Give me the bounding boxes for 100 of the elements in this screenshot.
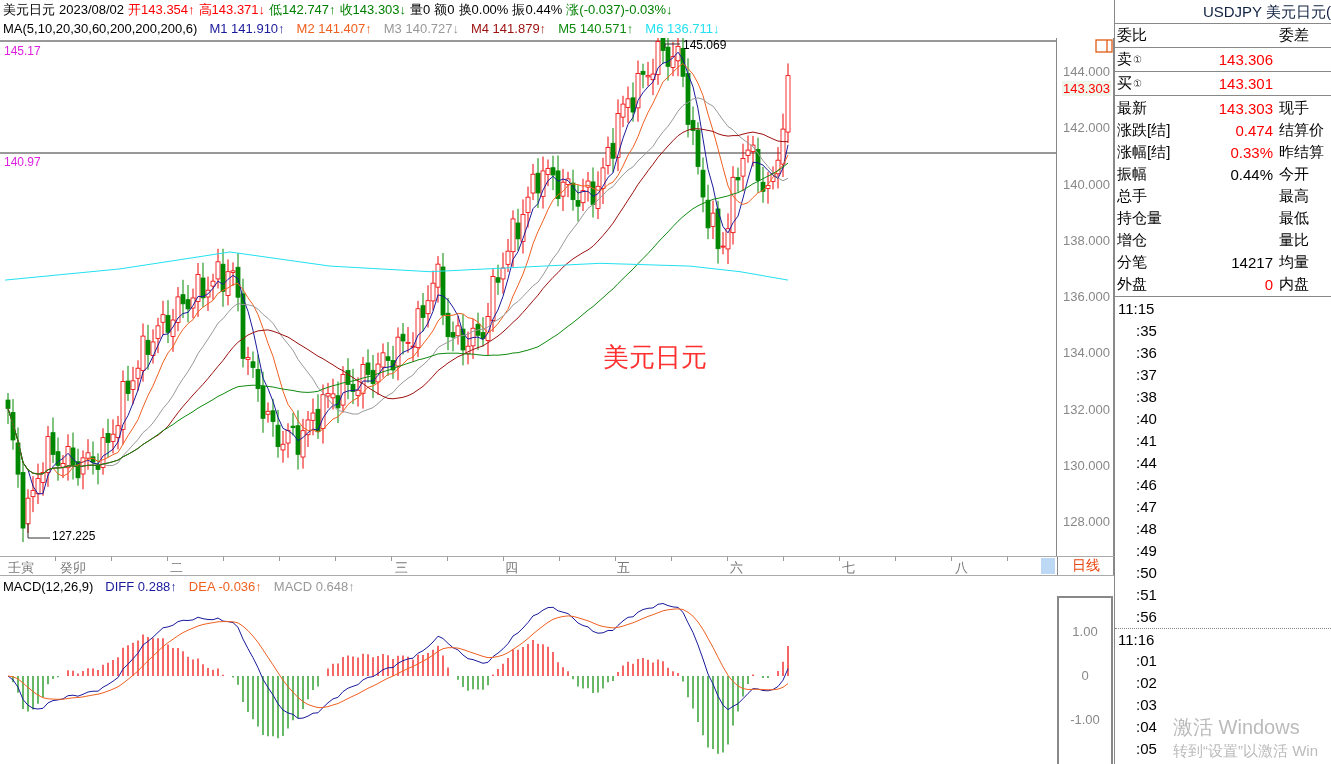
axis-label: 1.00 [1071,624,1099,639]
tick-time: :40 [1136,410,1157,427]
field-label: 总手 [1116,186,1148,206]
field-label: 结算价 [1278,120,1324,140]
order-price: 143.306 [1217,51,1273,68]
leader-line [27,522,51,539]
axis-label: 136.000 [1063,289,1110,304]
field-label: 均量 [1278,252,1309,272]
field-label: 最低 [1278,208,1309,228]
tier-mark: ① [1133,78,1142,89]
field-label: 涨幅[结] [1116,142,1172,162]
activation-hint: 转到“设置”以激活 Win [1173,742,1318,761]
field-value: 14217 [1231,253,1273,271]
tick-time: :41 [1136,432,1157,449]
macd-value: MACD 0.648↑ [273,578,355,594]
field-label: 最新 [1116,98,1148,118]
ma-value: M6 136.711↓ [645,21,720,36]
axis-label: 140.000 [1063,176,1110,192]
month-label: 八 [955,559,968,577]
tick-time: :38 [1136,388,1157,405]
month-label: 壬寅 [8,559,34,577]
axis-label: 128.000 [1063,514,1110,529]
tick-time: :37 [1136,366,1157,383]
month-label: 七 [842,559,855,577]
month-label: 四 [505,559,518,577]
month-label: 六 [730,559,743,577]
quote-field: 高143.371↓ [198,0,266,19]
tick-time: :04 [1136,718,1157,735]
field-value: 0.474 [1235,121,1273,139]
quote-field: 量0 [410,0,431,19]
field-value: 143.303 [1218,99,1273,117]
tick-time: :36 [1136,344,1157,361]
field-label: 振幅 [1116,164,1148,184]
leader-line [664,43,681,49]
ma-value: M1 141.910↑ [209,21,285,36]
date-label: 2023/08/02 [59,2,125,17]
axis-label: -1.00 [1069,712,1101,727]
field-label: 增仓 [1116,230,1148,250]
tick-time: :05 [1136,740,1157,757]
month-label: 二 [170,559,183,577]
macd-value: DEA -0.036↑ [188,578,262,594]
field-label: 内盘 [1278,274,1309,294]
tick-time: :51 [1136,586,1157,603]
order-price: 143.301 [1217,75,1273,92]
activation-notice: 激活 Windows [1173,715,1300,740]
tick-time: :46 [1136,476,1157,493]
tick-time: 11:16 [1118,631,1155,648]
high-price-label: 145.069 [683,38,727,52]
field-label: 外盘 [1116,274,1148,294]
tick-time: :03 [1136,696,1157,713]
field-label: 涨跌[结] [1116,120,1172,140]
quote-field: 换0.00% [458,0,509,19]
axis-label: 134.000 [1063,345,1110,361]
axis-label: 132.000 [1063,401,1110,417]
ma-value: M4 141.879↑ [470,21,547,36]
tick-time: :44 [1136,454,1157,471]
tier-mark: ① [1133,54,1142,65]
field-label: 量比 [1278,230,1309,250]
quote-field: 额0 [434,0,455,19]
tick-time: :02 [1136,674,1157,691]
axis-label: 142.000 [1063,120,1110,136]
quote-field: 开143.354↑ [128,0,195,19]
order-side: 卖 [1117,50,1132,69]
quote-field: 涨(-0.037)-0.03%↓ [566,0,673,19]
window-toggle-icon[interactable] [1095,39,1114,53]
month-label: 五 [617,559,630,577]
chart-title: 美元日元 [603,341,707,374]
month-label: 癸卯 [60,559,86,577]
tick-time: 11:15 [1118,300,1155,317]
quote-field: 收143.303↓ [339,0,407,19]
field-label: 最高 [1278,186,1309,206]
field-label: 现手 [1278,98,1309,118]
order-side: 买 [1117,74,1132,93]
macd-label: MACD(12,26,9) [3,578,94,594]
field-label: 昨结算 [1278,142,1324,162]
tick-time: :47 [1136,498,1157,515]
tick-time: :56 [1136,608,1157,625]
axis-label: 144.000 [1063,64,1110,79]
field-value: 0.33% [1230,143,1273,161]
scroll-handle[interactable] [1041,558,1055,574]
period-button[interactable]: 日线 [1057,557,1114,575]
ma-label: MA(5,10,20,30,60,200,200,200,6) [3,21,198,36]
panel-title: USDJPY 美元日元( [1115,0,1331,24]
macd-value: DIFF 0.288↑ [105,578,177,594]
tick-time: :35 [1136,322,1157,339]
tick-time: :50 [1136,564,1157,581]
quote-field: 振0.44% [512,0,563,19]
reference-line-label: 145.17 [4,44,41,58]
low-price-label: 127.225 [52,529,96,543]
quote-field: 低142.747↑ [269,0,336,19]
field-label: 委差 [1278,26,1309,45]
month-label: 三 [395,559,408,577]
field-value: 0.44% [1230,165,1273,183]
ma-value: M5 140.571↑ [558,21,634,36]
axis-label: 0 [1080,668,1090,683]
field-label: 委比 [1116,26,1148,45]
axis-label: 138.000 [1063,232,1110,248]
field-label: 分笔 [1116,252,1148,272]
tick-time: :01 [1136,652,1157,669]
tick-time: :49 [1136,542,1157,559]
